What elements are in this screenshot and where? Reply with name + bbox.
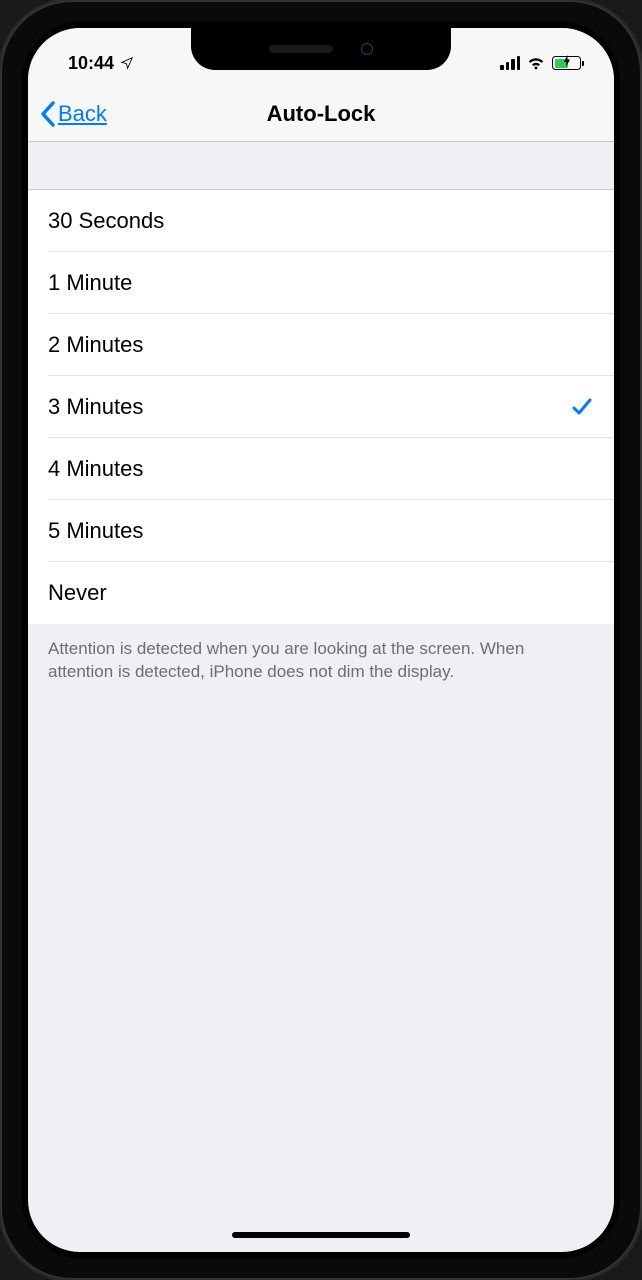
footer-description: Attention is detected when you are looki…: [28, 624, 614, 698]
back-label: Back: [58, 101, 107, 127]
page-title: Auto-Lock: [28, 101, 614, 127]
option-label: 30 Seconds: [48, 208, 164, 234]
battery-icon: [552, 56, 584, 70]
home-indicator[interactable]: [232, 1232, 410, 1238]
auto-lock-option[interactable]: Never: [28, 562, 614, 624]
auto-lock-option[interactable]: 2 Minutes: [28, 314, 614, 376]
back-button[interactable]: Back: [40, 101, 107, 127]
option-label: 2 Minutes: [48, 332, 143, 358]
auto-lock-option[interactable]: 1 Minute: [28, 252, 614, 314]
option-label: Never: [48, 580, 107, 606]
auto-lock-option[interactable]: 30 Seconds: [28, 190, 614, 252]
option-label: 4 Minutes: [48, 456, 143, 482]
chevron-left-icon: [40, 101, 56, 127]
option-label: 3 Minutes: [48, 394, 143, 420]
option-label: 1 Minute: [48, 270, 132, 296]
location-icon: [120, 56, 134, 70]
auto-lock-option[interactable]: 4 Minutes: [28, 438, 614, 500]
auto-lock-options-list: 30 Seconds 1 Minute 2 Minutes 3 Minutes 4 Mi…: [28, 190, 614, 624]
navigation-bar: Back Auto-Lock: [28, 86, 614, 142]
auto-lock-option[interactable]: 5 Minutes: [28, 500, 614, 562]
checkmark-icon: [570, 395, 594, 419]
status-time: 10:44: [68, 53, 114, 74]
auto-lock-option[interactable]: 3 Minutes: [28, 376, 614, 438]
cellular-signal-icon: [500, 56, 520, 70]
wifi-icon: [526, 56, 546, 70]
option-label: 5 Minutes: [48, 518, 143, 544]
